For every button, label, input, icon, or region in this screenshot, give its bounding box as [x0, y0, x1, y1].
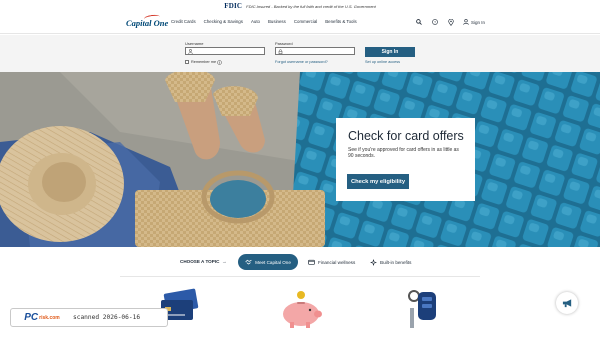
- svg-text:?: ?: [434, 20, 436, 24]
- nav-utility-icons: ? Sign In: [415, 18, 485, 26]
- choose-topic-label: CHOOSE A TOPIC →: [180, 259, 227, 264]
- remember-me-checkbox[interactable]: [185, 60, 189, 64]
- info-icon[interactable]: [217, 59, 222, 65]
- nav-sign-in-link[interactable]: Sign In: [463, 19, 485, 25]
- offer-title: Check for card offers: [348, 129, 464, 143]
- set-up-online-access-link[interactable]: Set up online access: [365, 60, 400, 64]
- pcrisk-logo-pc: PC: [24, 312, 39, 323]
- topic-divider: [120, 276, 480, 277]
- nav-links: Credit Cards Checking & Savings Auto Bus…: [171, 19, 357, 24]
- lock-icon: [278, 48, 283, 54]
- location-icon[interactable]: [447, 18, 455, 26]
- megaphone-icon: [562, 299, 571, 308]
- hero-image: [0, 72, 600, 247]
- fdic-logo: FDIC: [224, 2, 243, 10]
- person-icon: [463, 19, 469, 25]
- scan-date-stamp: scanned 2026-06-16: [73, 314, 141, 321]
- tab-built-in-benefits[interactable]: Built-in benefits: [370, 259, 411, 266]
- car-key-illustration: [408, 290, 436, 328]
- top-nav: Capital One Credit Cards Checking & Savi…: [0, 12, 600, 34]
- remember-me-label: Remember me: [191, 59, 217, 64]
- pcrisk-logo-risk: risk.com: [39, 314, 60, 321]
- topic-selector: CHOOSE A TOPIC → Meet Capital One Financ…: [0, 253, 600, 273]
- tab-label: Financial wellness: [318, 259, 356, 265]
- tab-label: Built-in benefits: [380, 260, 412, 265]
- nav-auto[interactable]: Auto: [251, 19, 260, 24]
- nav-credit-cards[interactable]: Credit Cards: [171, 19, 196, 24]
- search-icon[interactable]: [415, 18, 423, 26]
- wallet-icon: [308, 259, 315, 265]
- username-field[interactable]: [185, 47, 265, 55]
- password-field[interactable]: [275, 47, 355, 55]
- user-icon: [188, 48, 193, 54]
- pcrisk-logo: PC risk.com: [11, 308, 73, 327]
- scan-watermark: PC risk.com scanned 2026-06-16: [10, 308, 168, 327]
- nav-benefits-tools[interactable]: Benefits & Tools: [325, 19, 356, 24]
- tab-financial-wellness[interactable]: Financial wellness: [308, 259, 355, 265]
- nav-commercial[interactable]: Commercial: [294, 19, 317, 24]
- help-icon[interactable]: ?: [431, 18, 439, 26]
- nav-checking-savings[interactable]: Checking & Savings: [204, 19, 243, 24]
- fdic-text: FDIC-Insured - Backed by the full faith …: [246, 3, 376, 9]
- username-label: Username: [185, 41, 204, 46]
- forgot-credentials-link[interactable]: Forgot username or password?: [275, 60, 328, 64]
- nav-sign-in-label: Sign In: [471, 19, 486, 25]
- card-offer-panel: Check for card offers See if you're appr…: [336, 118, 475, 201]
- tab-label: Meet Capital One: [255, 259, 291, 265]
- sparkle-icon: [370, 259, 377, 266]
- offer-description: See if you're approved for card offers i…: [348, 147, 459, 160]
- tab-meet-capital-one[interactable]: Meet Capital One: [238, 254, 298, 270]
- sign-in-button[interactable]: Sign In: [365, 47, 415, 57]
- nav-business[interactable]: Business: [268, 19, 286, 24]
- password-label: Password: [275, 41, 293, 46]
- fdic-banner: FDIC FDIC-Insured - Backed by the full f…: [0, 0, 600, 12]
- piggy-bank-illustration: [283, 291, 322, 328]
- choose-topic-text: CHOOSE A TOPIC: [180, 259, 220, 264]
- check-eligibility-button[interactable]: Check my eligibility: [347, 174, 409, 189]
- arrow-right-icon: →: [220, 259, 227, 264]
- hero-banner: [0, 72, 600, 247]
- chat-assistant-button[interactable]: [556, 292, 578, 314]
- handshake-icon: [245, 259, 252, 265]
